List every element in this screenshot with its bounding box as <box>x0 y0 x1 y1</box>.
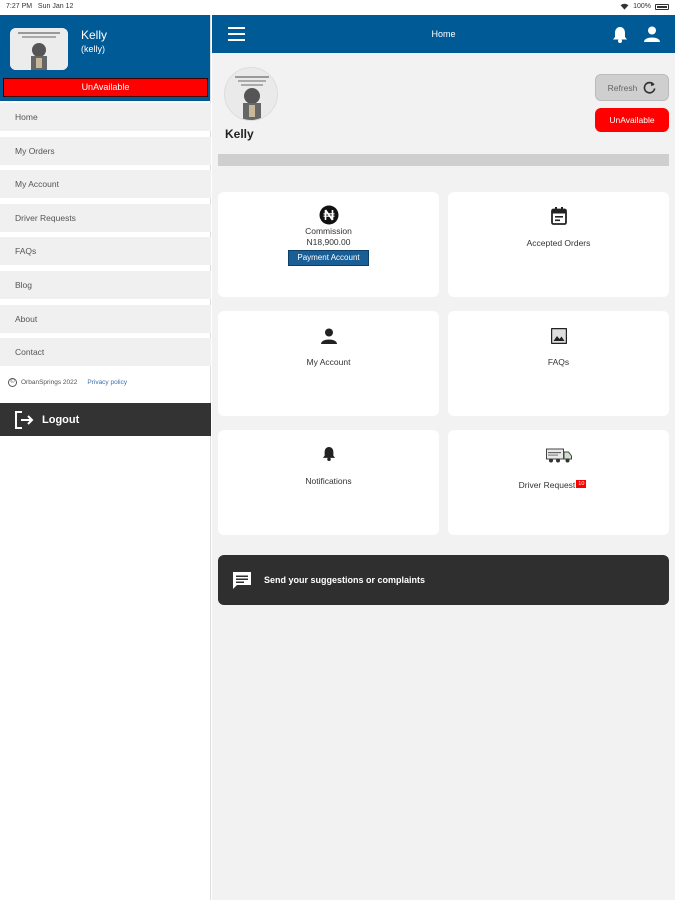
driver-requests-card[interactable]: Driver Request 10 <box>448 430 669 535</box>
battery-icon <box>655 3 669 10</box>
refresh-icon <box>643 81 656 94</box>
refresh-button[interactable]: Refresh <box>595 74 669 101</box>
sidebar-avatar <box>10 28 68 70</box>
sidebar-availability-status[interactable]: UnAvailable <box>3 78 208 97</box>
sidebar-footer: © OrbanSprings 2022 Privacy policy <box>8 378 127 387</box>
status-time: 7:27 PM Sun Jan 12 <box>6 3 74 10</box>
commission-card[interactable]: Commission N18,900.00 Payment Account <box>218 192 439 297</box>
logout-label: Logout <box>42 413 80 426</box>
bell-icon <box>218 445 439 462</box>
profile-name: Kelly <box>225 127 254 141</box>
payment-account-button[interactable]: Payment Account <box>288 250 369 266</box>
commission-label: Commission <box>305 226 352 236</box>
sidebar-item-blog[interactable]: Blog <box>0 271 211 299</box>
chat-message-icon <box>233 571 251 589</box>
sidebar-item-my-orders[interactable]: My Orders <box>0 137 211 165</box>
driver-requests-label: Driver Request <box>518 480 576 490</box>
sidebar-item-about[interactable]: About <box>0 305 211 333</box>
faqs-card[interactable]: FAQs <box>448 311 669 416</box>
notification-bell-icon[interactable] <box>612 26 628 43</box>
accepted-orders-label: Accepted Orders <box>526 238 591 248</box>
suggestions-complaints-button[interactable]: Send your suggestions or complaints <box>218 555 669 605</box>
availability-toggle-button[interactable]: UnAvailable <box>595 108 669 132</box>
sidebar-username: (kelly) <box>81 44 105 54</box>
my-account-card[interactable]: My Account <box>218 311 439 416</box>
section-divider <box>218 154 669 166</box>
logout-button[interactable]: Logout <box>0 403 211 436</box>
hamburger-menu-icon[interactable] <box>228 27 245 41</box>
page-title: Home <box>431 29 456 39</box>
profile-avatar[interactable] <box>224 67 278 121</box>
notifications-card[interactable]: Notifications <box>218 430 439 535</box>
my-account-label: My Account <box>306 357 351 367</box>
copyright-icon: © <box>8 378 17 387</box>
main-content: Home Kelly Refresh UnAvailable Commissio… <box>212 15 675 900</box>
suggestions-label: Send your suggestions or complaints <box>264 575 426 585</box>
sidebar-item-home[interactable]: Home <box>0 103 211 131</box>
sidebar-name: Kelly <box>81 28 108 42</box>
notifications-label: Notifications <box>305 476 352 486</box>
copyright-text: OrbanSprings 2022 <box>21 379 78 386</box>
sidebar-item-contact[interactable]: Contact <box>0 338 211 366</box>
battery-percent: 100% <box>633 3 651 10</box>
naira-icon <box>218 205 439 225</box>
truck-icon <box>448 448 669 463</box>
calendar-icon <box>448 207 669 225</box>
profile-user-icon[interactable] <box>644 26 660 42</box>
wifi-icon <box>620 3 629 10</box>
faqs-label: FAQs <box>547 357 570 367</box>
status-right: 100% <box>620 3 669 10</box>
sidebar-item-driver-requests[interactable]: Driver Requests <box>0 204 211 232</box>
image-icon <box>448 328 669 344</box>
logout-icon <box>15 410 34 429</box>
sidebar-item-faqs[interactable]: FAQs <box>0 237 211 265</box>
status-bar: 7:27 PM Sun Jan 12 100% <box>0 0 675 15</box>
commission-amount: N18,900.00 <box>306 237 351 247</box>
top-app-bar: Home <box>212 15 675 53</box>
driver-requests-badge: 10 <box>576 480 587 488</box>
refresh-label: Refresh <box>607 82 638 93</box>
person-icon <box>218 328 439 344</box>
sidebar-drawer: Kelly (kelly) UnAvailable Home My Orders… <box>0 15 211 900</box>
driver-requests-label-wrap: Driver Request 10 <box>436 480 669 490</box>
sidebar-header: Kelly (kelly) UnAvailable <box>0 15 210 101</box>
accepted-orders-card[interactable]: Accepted Orders <box>448 192 669 297</box>
privacy-policy-link[interactable]: Privacy policy <box>87 379 127 386</box>
sidebar-item-my-account[interactable]: My Account <box>0 170 211 198</box>
